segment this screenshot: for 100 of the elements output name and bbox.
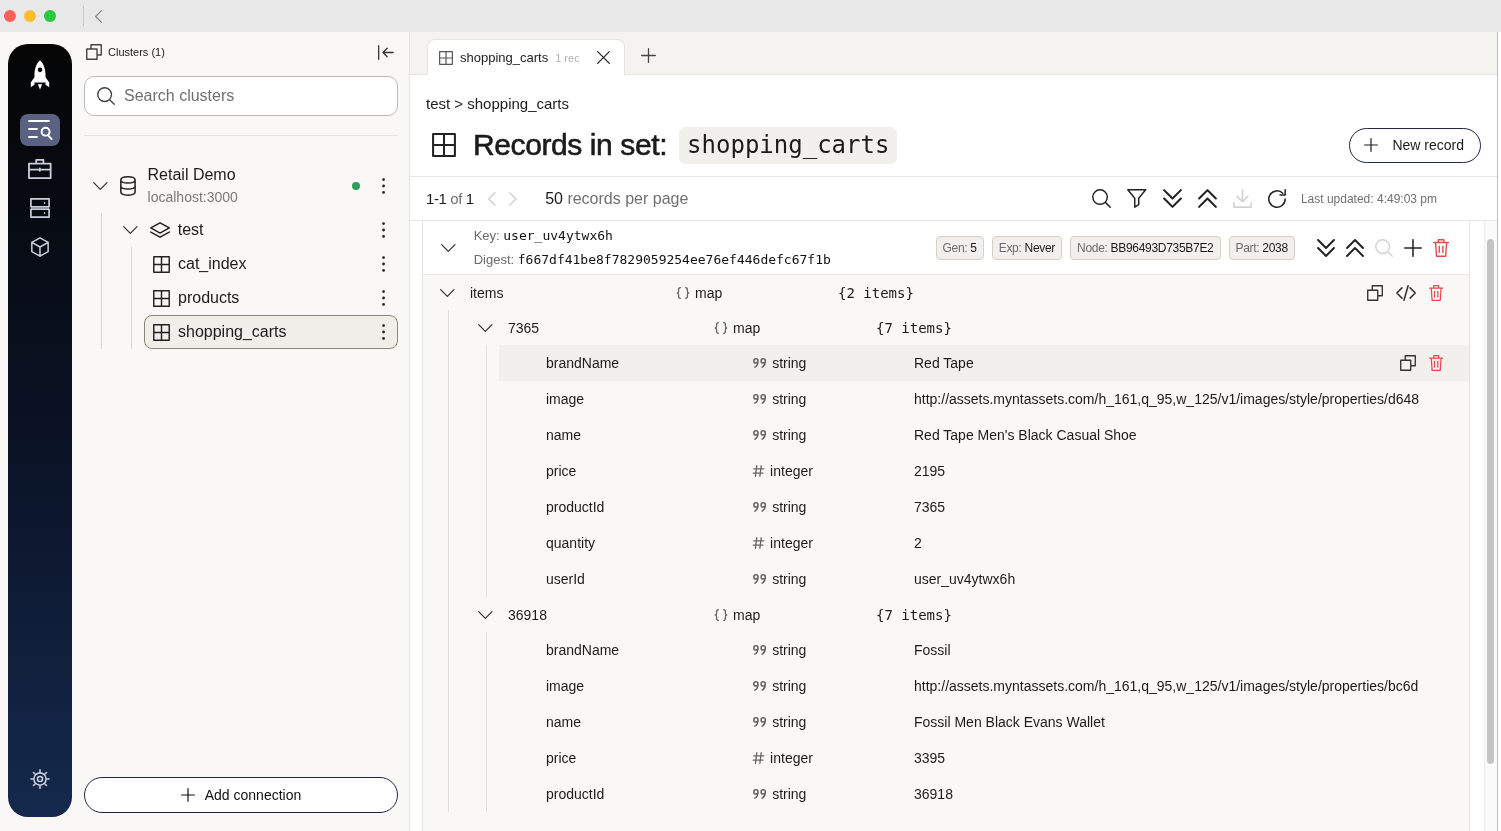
hash-icon [753,752,765,764]
tree-item[interactable]: cat_index [144,247,398,281]
trash-icon [1428,284,1443,301]
chevron-down-icon[interactable] [441,243,456,252]
hash-icon [753,465,765,477]
quote-icon [753,645,767,655]
quote-icon [753,681,767,691]
bin-name: userId [546,571,585,587]
more-button[interactable] [381,177,385,194]
filter-icon [1127,189,1147,208]
braces-icon [715,608,727,621]
nav-button[interactable] [20,114,60,146]
more-vertical-icon [381,324,385,340]
more-button[interactable] [381,290,385,306]
sidebar-title: Clusters (1) [108,46,165,58]
bin-type: string [772,786,807,802]
bin-name: 36918 [508,606,547,623]
bin-type: map [733,319,761,336]
copy-button[interactable] [1366,284,1383,301]
bin-type: string [772,391,807,407]
collapse-sidebar-button[interactable] [378,44,394,60]
bin-type: string [772,427,807,443]
double-chevron-up-icon [1197,189,1217,208]
quote-icon [753,358,767,368]
new-tab-button[interactable] [641,47,656,63]
bin-value: Red Tape Men's Black Casual Shoe [914,427,1137,443]
bin-value: http://assets.myntassets.com/h_161,q_95,w_125/v1/images/style/properties/bc6d [914,678,1419,694]
bin-value: 2195 [914,463,946,479]
tab[interactable]: shopping_carts 1 rec [427,39,625,75]
bin-value: 2 [914,535,922,551]
last-updated-text: Last updated: 4:49:03 pm [1300,191,1437,206]
more-button[interactable] [381,222,385,238]
expand-all-button[interactable] [1316,238,1335,257]
collapse-sidebar-icon [378,44,394,60]
bin-name: name [546,427,582,443]
bin-type: string [772,678,807,694]
tree-item[interactable]: products [144,281,398,315]
grid-icon [439,50,453,65]
trash-icon [1432,238,1449,257]
bin-type: string [772,355,807,371]
search-button[interactable] [1092,189,1112,208]
search-field[interactable]: Search clusters [84,76,398,116]
chevron-down-icon[interactable] [123,226,138,234]
grid-icon [153,323,170,341]
code-view-button[interactable] [1395,284,1416,301]
bin-type: string [772,499,807,515]
quote-icon [753,502,767,512]
tree-item[interactable]: shopping_carts [144,315,398,349]
delete-button[interactable] [1432,238,1449,257]
refresh-button[interactable] [1267,189,1287,208]
chevron-down-icon[interactable] [478,610,493,619]
more-vertical-icon [381,177,385,194]
quote-icon [753,789,767,799]
braces-icon [677,286,689,299]
layers-icon [149,222,170,238]
tree-item[interactable]: Retail Demo localhost:3000 [84,158,398,213]
page-size-label: 50 records per page [545,189,689,208]
bin-value: http://assets.myntassets.com/h_161,q_95,w_125/v1/images/style/properties/d648 [914,391,1420,407]
collapse-all-button[interactable] [1345,238,1364,257]
chevron-down-icon[interactable] [478,323,493,332]
close-icon [597,51,610,64]
rocket-icon [30,60,50,90]
delete-button[interactable] [1428,284,1443,301]
tree-item[interactable]: test [114,213,398,247]
quote-icon [753,430,767,440]
hash-icon [753,537,765,549]
bin-name: brandName [546,355,620,371]
bin-row[interactable]: brandName string Red Tape [499,345,1469,381]
grid-icon [153,255,170,273]
chevron-down-icon[interactable] [93,181,108,190]
breadcrumb: test > shopping_carts [426,94,569,114]
copy-button[interactable] [1399,355,1416,371]
more-button[interactable] [381,256,385,272]
add-connection-button[interactable]: Add connection [84,777,398,813]
delete-button[interactable] [1428,355,1443,371]
more-vertical-icon [381,222,385,238]
collapse-all-button[interactable] [1197,189,1217,208]
chevron-left-icon [95,9,103,23]
more-button[interactable] [381,324,385,340]
bin-name: quantity [546,535,596,551]
plus-icon [1403,238,1422,257]
bin-name: image [546,678,585,694]
set-name-label: shopping_carts [679,126,898,164]
double-chevron-up-icon [1345,238,1364,257]
chevron-down-icon[interactable] [440,288,455,297]
scrollbar-thumb[interactable] [1487,239,1494,764]
cube-icon [31,237,49,257]
add-button[interactable] [1403,238,1422,257]
bin-type: integer [770,750,813,766]
close-tab-button[interactable] [597,51,610,64]
back-button[interactable] [95,9,103,23]
search-icon [97,87,115,105]
refresh-icon [1267,189,1287,208]
bin-value: 7365 [914,499,946,515]
chevron-left-icon [487,191,496,206]
copy-icon [1399,355,1416,371]
expand-all-button[interactable] [1162,189,1182,208]
quote-icon [753,394,767,404]
filter-button[interactable] [1127,189,1147,208]
bin-name: image [546,391,585,407]
